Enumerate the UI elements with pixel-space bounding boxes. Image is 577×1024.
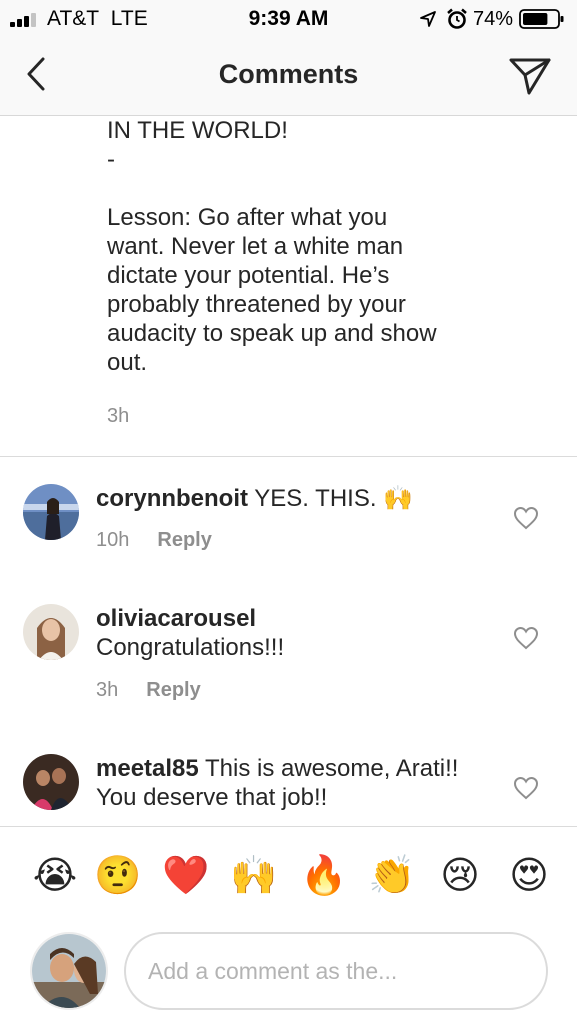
caption-line: audacity to speak up and show — [107, 320, 437, 347]
emoji-clapping-button[interactable]: 👏 — [368, 851, 416, 899]
comment-username[interactable]: meetal85 — [96, 755, 199, 782]
send-icon — [509, 58, 551, 95]
status-icons: 74% — [419, 7, 565, 31]
caption-line: probably threatened by your — [107, 291, 406, 318]
nav-bar: Comments — [0, 38, 577, 116]
emoji-heart-button[interactable]: ❤️ — [162, 851, 210, 899]
current-user-avatar — [30, 932, 108, 1010]
share-button[interactable] — [507, 54, 553, 98]
comment-body: Congratulations!!! — [96, 634, 285, 661]
comment-text: oliviacarousel Congratulations!!! — [96, 604, 496, 662]
emoji-raising-hands-button[interactable]: 🙌 — [230, 851, 278, 899]
caption-line: dictate your potential. He’s — [107, 262, 390, 289]
heart-icon[interactable] — [513, 626, 539, 650]
emoji-heart-eyes-button[interactable]: 😍 — [505, 851, 553, 899]
emoji-fire-button[interactable]: 🔥 — [300, 851, 348, 899]
avatar-image — [32, 934, 106, 1008]
avatar[interactable] — [23, 484, 79, 540]
alarm-icon — [447, 8, 467, 29]
heart-icon[interactable] — [513, 506, 539, 530]
comment-text: corynnbenoit YES. THIS. 🙌 — [96, 484, 496, 513]
comment-text: meetal85 This is awesome, Arati!! You de… — [96, 754, 476, 812]
caption-line — [107, 174, 547, 203]
caption-line: - — [107, 146, 115, 173]
avatar-image — [23, 604, 79, 660]
comment-username[interactable]: corynnbenoit — [96, 485, 248, 512]
emoji-crying-button[interactable]: 😢 — [436, 851, 484, 899]
comment-input[interactable] — [124, 932, 548, 1010]
status-bar: AT&T LTE 9:39 AM 74% — [0, 0, 577, 38]
comment-meta: 3h Reply — [96, 679, 201, 702]
reply-button[interactable]: Reply — [146, 679, 200, 701]
comment-body: YES. THIS. 🙌 — [248, 485, 414, 512]
battery-icon — [519, 9, 564, 29]
page-title: Comments — [218, 59, 359, 89]
reply-button[interactable]: Reply — [157, 529, 211, 551]
caption-timestamp: 3h — [107, 405, 130, 427]
heart-icon[interactable] — [513, 776, 539, 800]
divider — [0, 456, 577, 457]
caption-line: out. — [107, 349, 148, 376]
emoji-raised-eyebrow-button[interactable]: 🤨 — [94, 851, 142, 899]
battery-percent: 74% — [472, 7, 513, 30]
avatar-image — [23, 484, 79, 540]
location-arrow-icon — [420, 11, 436, 27]
comment-timestamp: 10h — [96, 529, 130, 551]
avatar[interactable] — [23, 754, 79, 810]
avatar[interactable] — [23, 604, 79, 660]
comment-username[interactable]: oliviacarousel — [96, 604, 496, 633]
caption-line: IN THE WORLD! — [107, 117, 288, 144]
comment-timestamp: 3h — [96, 679, 119, 701]
comment-meta: 10h Reply — [96, 529, 212, 552]
caption-text: IN THE WORLD! - Lesson: Go after what yo… — [107, 116, 547, 377]
caption-line: Lesson: Go after what you — [107, 204, 388, 231]
emoji-loudly-crying-button[interactable]: 😭 — [31, 851, 79, 899]
avatar-image — [23, 754, 79, 810]
emoji-bar: 😭 🤨 ❤️ 🙌 🔥 👏 😢 😍 — [0, 826, 577, 924]
caption-line: want. Never let a white man — [107, 233, 404, 260]
